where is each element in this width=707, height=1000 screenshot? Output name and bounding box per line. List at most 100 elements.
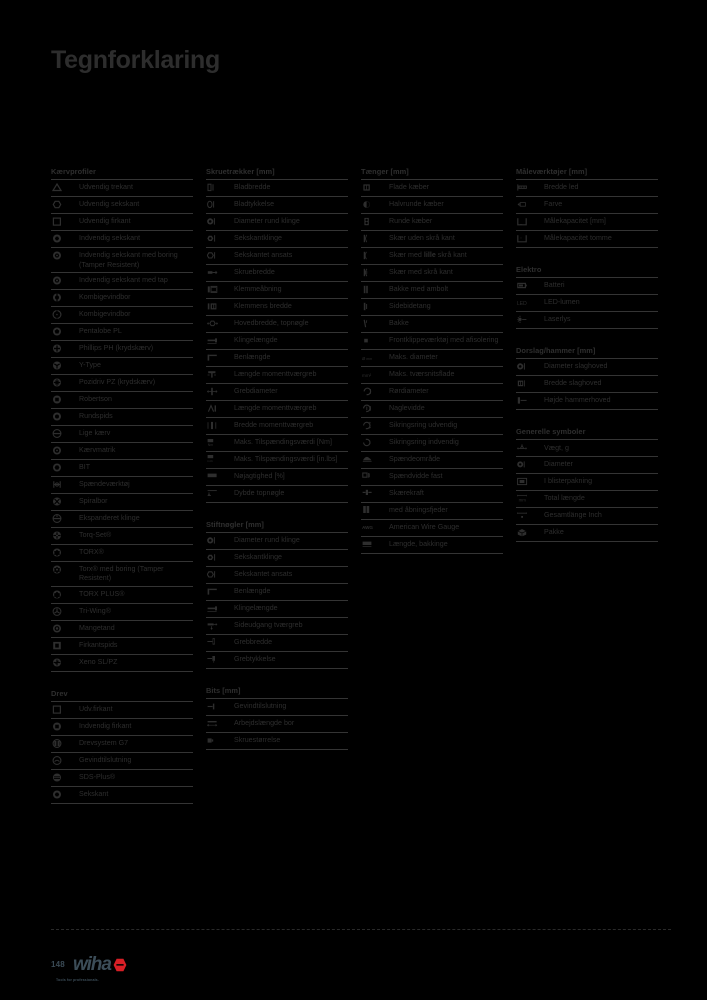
measuring-capacity-mm-icon: _ — [516, 217, 544, 226]
legend-label: Runde kæber — [389, 217, 433, 226]
handle-thickness-icon — [206, 654, 234, 664]
screw-width-icon — [206, 268, 234, 277]
legend-row: Diameter rund klinge — [206, 533, 348, 550]
legend-label: Indvendig sekskant med tap — [79, 276, 168, 285]
legend-rows: Diameter rund klinge Sekskantklinge Sekska… — [206, 531, 348, 669]
svg-text:mm: mm — [519, 498, 527, 503]
inner-hexagon-bore-icon — [51, 251, 79, 260]
legend-row: Skær med lille skrå kant — [361, 248, 503, 266]
slotted-icon — [51, 428, 79, 438]
legend-label: Skær med skrå kant — [389, 268, 453, 277]
hexagon-icon — [51, 790, 79, 799]
blade-length-icon — [206, 336, 234, 345]
round-diameter-icon — [361, 387, 389, 396]
legend-row: Nøjagtighed [%] — [206, 469, 348, 486]
thread-connection-bit-icon — [206, 702, 234, 711]
legend-label: Drevsystem G7 — [79, 739, 129, 748]
blade-width-icon — [206, 183, 234, 192]
legend-label: Dybde topnøgle — [234, 488, 285, 497]
legend-label: Gevindtilslutning — [79, 756, 132, 765]
legend-label: Sekskantklinge — [234, 234, 282, 243]
measuring-capacity-inch-icon: ″ — [516, 234, 544, 243]
accuracy-icon — [206, 471, 234, 480]
legend-row: SDS-Plus® — [51, 770, 193, 788]
legend-label: Længde momenttværgreb — [234, 370, 317, 379]
legend-label: Phillips PH (krydskærv) — [79, 344, 154, 353]
legend-row: Udvendig firkant — [51, 214, 193, 232]
legend-columns: Kærvprofiler Udvendig trekant Udvendig sek… — [51, 167, 671, 805]
packaging-icon — [516, 528, 544, 537]
round-blade-diameter-icon — [206, 217, 234, 226]
legend-section: Stiftnøgler [mm] Diameter rund klinge Seks… — [206, 520, 348, 669]
legend-label: Maks. Tilspændingsværdi [in.lbs] — [234, 454, 338, 463]
leg-length-icon — [206, 353, 234, 362]
legend-section: Elektro Batteri LED LED-lumen Laserlys — [516, 265, 658, 330]
svg-text:AWG: AWG — [362, 525, 373, 530]
clamping-range-icon — [206, 285, 234, 294]
legend-row: Spændvidde fast — [361, 469, 503, 486]
cutting-force-icon — [361, 488, 389, 497]
legend-row: Udvendig sekskant — [51, 197, 193, 215]
legend-row: Spiralbor — [51, 494, 193, 512]
legend-section: Dorslag/hammer [mm] Diameter slaghoved Bre… — [516, 347, 658, 411]
legend-row: Sekskantklinge — [206, 550, 348, 567]
clamping-area-icon — [361, 454, 389, 463]
legend-row: Udv.firkant — [51, 702, 193, 720]
legend-row: Batteri — [516, 278, 658, 296]
legend-row: Lige kærv — [51, 426, 193, 444]
legend-label: Gevindtilslutning — [234, 702, 287, 711]
legend-label: Firkantspids — [79, 641, 118, 650]
legend-row: Sekskantet ansats — [206, 567, 348, 584]
legend-label: Ekspanderet klinge — [79, 514, 140, 523]
circlip-outer-icon — [361, 421, 389, 430]
length-jaws-icon — [361, 539, 389, 548]
tensioning-tool-icon — [51, 480, 79, 489]
nail-width-icon — [361, 404, 389, 413]
legend-label: Farve — [544, 200, 563, 209]
torx-icon — [51, 548, 79, 557]
legend-row: Skruebredde — [206, 265, 348, 283]
legend-label: Indvendig sekskant med boring (Tamper Re… — [79, 251, 178, 269]
hex-blade-icon — [206, 234, 234, 243]
legend-section: Bits [mm] Gevindtilslutning Arbejdslængde … — [206, 686, 348, 750]
battery-icon — [516, 281, 544, 290]
legend-section: Drev Udv.firkant Indvendig firkant Drevsyst… — [51, 690, 193, 805]
max-diameter-icon: ⌀ mm — [361, 353, 389, 362]
legend-row: mm² Maks. tværsnitsflade — [361, 367, 503, 384]
combi-thread-drill-icon — [51, 293, 79, 302]
legend-row: in.lb Maks. Tilspændingsværdi [in.lbs] — [206, 452, 348, 469]
legend-row: Firkantspids — [51, 638, 193, 656]
outer-square-icon — [51, 705, 79, 714]
legend-label: Udv.firkant — [79, 705, 113, 714]
legend-row: Bladtykkelse — [206, 197, 348, 215]
legend-label: Skærekraft — [389, 488, 424, 497]
legend-label: Skruebredde — [234, 268, 275, 277]
torque-crossbar-length2-icon — [206, 403, 234, 413]
hammer-head-height-icon — [516, 396, 544, 405]
colour-icon — [516, 200, 544, 209]
legend-row: Skruestørrelse — [206, 733, 348, 750]
section-title: Tænger [mm] — [361, 167, 409, 176]
legend-rows: Batteri LED LED-lumen Laserlys — [516, 277, 658, 330]
legend-row: Hovedbredde, topnøgle — [206, 316, 348, 333]
legend-label: Lige kærv — [79, 429, 111, 438]
legend-row: Torq-Set® — [51, 528, 193, 546]
legend-label: Benlængde — [234, 587, 271, 596]
legend-row: Spændeværktøj — [51, 477, 193, 495]
legend-row: Kærvmatrik — [51, 443, 193, 461]
legend-row: Længde momenttværgreb — [206, 401, 348, 418]
legend-label: Diameter slaghoved — [544, 362, 608, 371]
cut-without-bevel-icon — [361, 234, 389, 243]
awg-icon: AWG — [361, 522, 389, 531]
legend-label: American Wire Gauge — [389, 522, 460, 531]
drive-system-g7-icon — [51, 738, 79, 748]
legend-label: Kombigevindbor — [79, 293, 131, 302]
laser-light-icon — [516, 315, 544, 324]
max-cross-section-icon: mm² — [361, 370, 389, 379]
legend-row: Klemmens bredde — [206, 299, 348, 317]
legend-page: Tegnforklaring Kærvprofiler Udvendig trek… — [0, 0, 707, 1000]
jaw-with-anvil-icon — [361, 285, 389, 294]
legend-row: Spændeområde — [361, 452, 503, 469]
section-title: Elektro — [516, 265, 542, 275]
round-socket-icon — [51, 412, 79, 421]
